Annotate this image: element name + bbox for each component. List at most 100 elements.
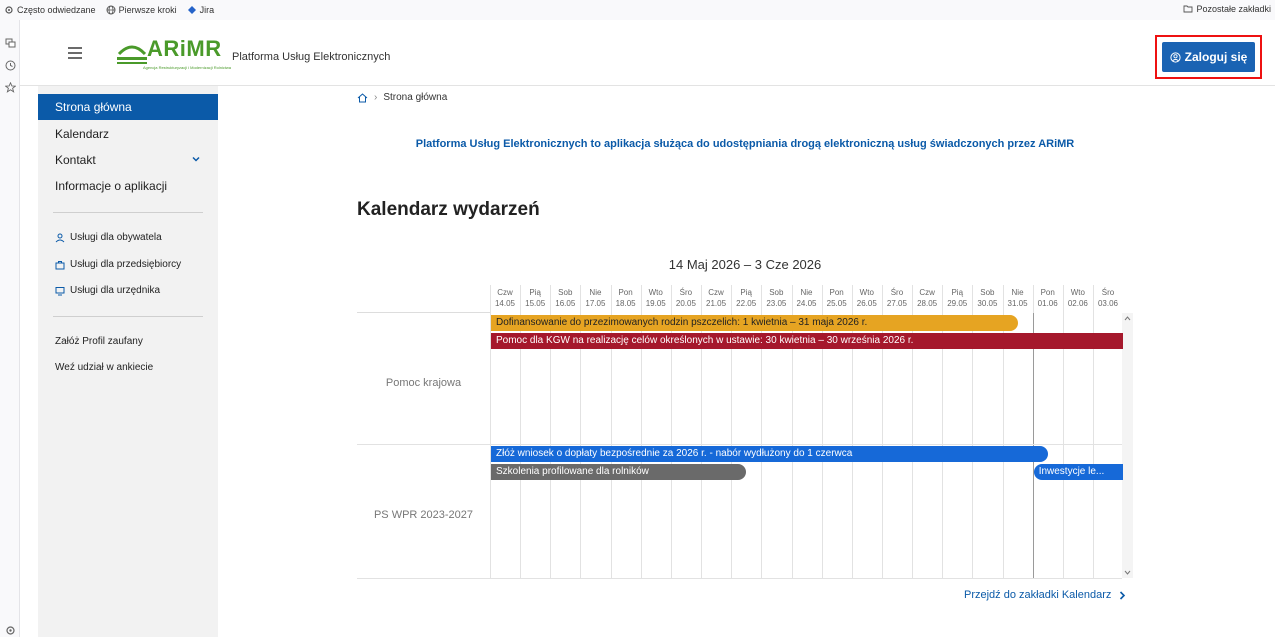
day-header: Czw 21.05 — [701, 285, 731, 313]
bookmark-getting-started[interactable]: Pierwsze kroki — [106, 5, 177, 15]
calendar-range-title: 14 Maj 2026 – 3 Cze 2026 — [668, 257, 822, 272]
day-header: Pią 22.05 — [731, 285, 761, 313]
calendar-scrollbar[interactable] — [1122, 313, 1133, 578]
group-separator — [357, 578, 1122, 579]
chevron-down-icon — [192, 156, 200, 162]
nav-item-label: Usługi dla urzędnika — [70, 285, 161, 296]
bookmark-label: Często odwiedzane — [17, 5, 96, 15]
day-header: Pon 25.05 — [822, 285, 852, 313]
day-header: Pią 29.05 — [942, 285, 972, 313]
login-button[interactable]: Zaloguj się — [1162, 42, 1255, 72]
gear-icon — [5, 6, 13, 14]
day-of-week: Pią — [529, 288, 541, 297]
nav-item-official-services[interactable]: Usługi dla urzędnika — [55, 285, 160, 296]
day-date: 28.05 — [917, 299, 938, 308]
day-gridline — [1093, 285, 1094, 578]
scroll-down-icon[interactable] — [1124, 569, 1131, 576]
bookmark-label: Jira — [199, 5, 215, 15]
day-of-week: Pon — [1040, 288, 1055, 297]
day-of-week: Śro — [1101, 288, 1115, 297]
day-header: Wto 19.05 — [641, 285, 671, 313]
nav-item-business-services[interactable]: Usługi dla przedsiębiorcy — [55, 259, 181, 270]
nav-item-home[interactable]: Strona główna — [38, 94, 218, 120]
day-header: Czw 14.05 — [490, 285, 520, 313]
briefcase-icon — [55, 260, 65, 269]
day-header: Sob 16.05 — [550, 285, 580, 313]
calendar-event[interactable]: Szkolenia profilowane dla rolników — [491, 464, 747, 480]
nav-item-label: Kontakt — [55, 153, 96, 167]
day-header: Sob 30.05 — [972, 285, 1002, 313]
other-bookmarks[interactable]: Pozostałe zakładki — [1183, 4, 1271, 14]
synced-tabs-icon[interactable] — [5, 38, 16, 49]
menu-toggle-button[interactable] — [68, 47, 82, 59]
calendar-timeline: Czw 14.05 Pią 15.05 Sob 16.05 Nie 17.05 Pon 18.05… — [357, 285, 1133, 579]
nav-item-label: Usługi dla przedsiębiorcy — [70, 259, 182, 270]
nav-item-trusted-profile[interactable]: Załóż Profil zaufany — [55, 336, 143, 347]
folder-icon — [1184, 5, 1193, 13]
goto-calendar-link[interactable]: Przejdź do zakładki Kalendarz — [964, 589, 1126, 601]
day-gridline — [1062, 285, 1064, 578]
bookmark-label: Pierwsze kroki — [118, 5, 177, 15]
day-date: 21.05 — [706, 299, 727, 308]
nav-item-about[interactable]: Informacje o aplikacji — [38, 173, 218, 199]
day-date: 22.05 — [736, 299, 757, 308]
day-date: 24.05 — [796, 299, 817, 308]
nav-item-survey[interactable]: Weź udział w ankiecie — [55, 362, 153, 373]
day-header: Pon 01.06 — [1033, 285, 1063, 313]
day-header: Pią 15.05 — [520, 285, 550, 313]
star-icon[interactable] — [5, 82, 16, 93]
day-date: 29.05 — [947, 299, 968, 308]
day-date: 14.05 — [494, 299, 516, 308]
chevron-right-icon: › — [374, 92, 378, 103]
day-of-week: Sob — [980, 288, 995, 297]
nav-item-label: Strona główna — [55, 100, 132, 114]
calendar-event[interactable]: Dofinansowanie do przezimowanych rodzin … — [491, 315, 1018, 331]
other-bookmarks-label: Pozostałe zakładki — [1196, 4, 1271, 14]
nav-item-contact[interactable]: Kontakt — [38, 147, 218, 173]
login-label: Zaloguj się — [1184, 50, 1248, 64]
day-date: 23.05 — [766, 299, 787, 308]
nav-divider — [53, 212, 203, 213]
scroll-up-icon[interactable] — [1124, 315, 1131, 322]
day-header: Śro 03.06 — [1093, 285, 1123, 313]
day-date: 30.05 — [977, 299, 998, 308]
day-header: Śro 27.05 — [882, 285, 912, 313]
day-of-week: Śro — [679, 288, 693, 297]
bookmark-jira[interactable]: Jira — [187, 5, 215, 15]
calendar-event[interactable]: Złóż wniosek o dopłaty bezpośrednie za 2… — [491, 446, 1048, 462]
day-header: Nie 17.05 — [580, 285, 610, 313]
day-date: 27.05 — [886, 299, 907, 308]
calendar-event[interactable]: Pomoc dla KGW na realizację celów określ… — [491, 333, 1124, 349]
day-date: 26.05 — [856, 299, 877, 308]
day-of-week: Pon — [829, 288, 844, 297]
chevron-right-icon — [1120, 590, 1126, 600]
day-header: Nie 31.05 — [1003, 285, 1033, 313]
day-header: Nie 24.05 — [792, 285, 822, 313]
nav-item-label: Usługi dla obywatela — [70, 232, 162, 243]
site-header: ARiMR Agencja Restrukturyzacji i Moderni… — [20, 20, 1275, 86]
day-of-week: Wto — [1070, 288, 1085, 297]
day-of-week: Pią — [740, 288, 752, 297]
day-of-week: Nie — [1011, 288, 1024, 297]
day-of-week: Pon — [618, 288, 633, 297]
nav-item-citizen-services[interactable]: Usługi dla obywatela — [55, 232, 162, 243]
bookmarks-bar: Często odwiedzane Pierwsze kroki Jira Po… — [0, 0, 1275, 20]
monitor-icon — [55, 286, 65, 295]
day-date: 20.05 — [675, 299, 696, 308]
home-icon[interactable] — [357, 92, 368, 103]
nav-item-calendar[interactable]: Kalendarz — [38, 121, 218, 147]
day-of-week: Czw — [919, 288, 935, 297]
section-title: Kalendarz wydarzeń — [357, 199, 540, 220]
app-title: Platforma Usług Elektronicznych — [232, 51, 391, 63]
nav-item-label: Informacje o aplikacji — [55, 179, 168, 193]
day-of-week: Sob — [769, 288, 784, 297]
breadcrumb: › Strona główna — [357, 92, 447, 103]
day-header: Wto 26.05 — [852, 285, 882, 313]
day-date: 15.05 — [525, 299, 546, 308]
bookmark-frequent[interactable]: Często odwiedzane — [4, 5, 96, 15]
person-icon — [55, 233, 65, 242]
day-date: 17.05 — [585, 299, 606, 308]
calendar-event[interactable]: Inwestycje le... — [1033, 464, 1124, 480]
settings-icon[interactable] — [5, 625, 16, 636]
history-icon[interactable] — [5, 60, 16, 71]
